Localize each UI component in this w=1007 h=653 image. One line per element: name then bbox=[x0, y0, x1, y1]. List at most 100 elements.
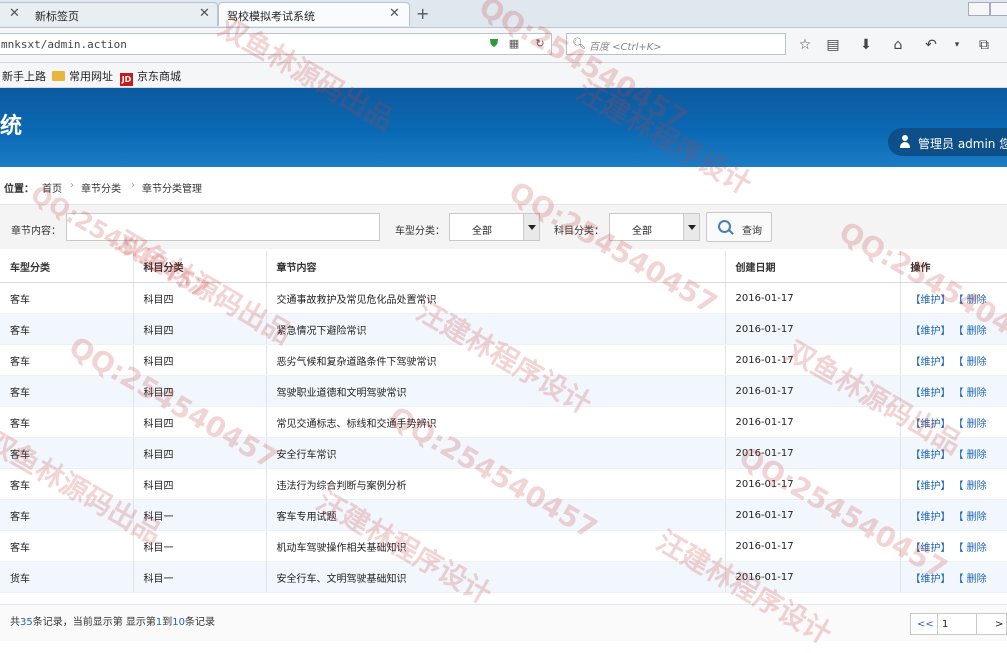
bookmark-new-user[interactable]: 新手上路 bbox=[2, 68, 46, 84]
undo-icon[interactable]: ↶ bbox=[922, 36, 940, 54]
car-type-cell: 货车 bbox=[0, 562, 133, 593]
user-icon bbox=[900, 135, 910, 148]
chapter-content-cell: 机动车驾驶操作相关基础知识 bbox=[266, 531, 725, 562]
minimize-icon[interactable] bbox=[968, 2, 990, 16]
record-summary: 共35条记录，当前显示第 显示第1到10条记录 bbox=[10, 613, 215, 628]
search-placeholder: 百度 <Ctrl+K> bbox=[589, 38, 662, 53]
created-date-cell: 2016-01-17 bbox=[725, 345, 900, 376]
chevron-down-icon bbox=[523, 214, 539, 240]
search-input[interactable]: 🔍︎ 百度 <Ctrl+K> bbox=[566, 33, 786, 55]
table-row: 客车科目四违法行为综合判断与案例分析2016-01-17【维护】【 删除 bbox=[0, 469, 1007, 500]
column-header-car-type[interactable]: 车型分类 bbox=[0, 251, 133, 283]
bookmark-common-sites[interactable]: 常用网址 bbox=[52, 68, 113, 84]
breadcrumb-chapter-category[interactable]: 章节分类 bbox=[81, 180, 121, 195]
column-header-date[interactable]: 创建日期 bbox=[725, 251, 900, 283]
breadcrumb: 位置： 首页 › 章节分类 › 章节分类管理 bbox=[0, 168, 1007, 205]
close-icon[interactable]: ✕ bbox=[199, 8, 210, 20]
qr-code-icon[interactable]: ▦ bbox=[507, 37, 521, 51]
delete-link[interactable]: 【 删除 bbox=[959, 295, 987, 306]
navigation-bar: mnksxt/admin.action ⛊ ▦ ↻ 🔍︎ 百度 <Ctrl+K>… bbox=[0, 28, 1007, 63]
app-title: 统 bbox=[0, 108, 22, 140]
edit-link[interactable]: 【维护】 bbox=[911, 388, 951, 399]
browser-tab-bar: ✕ 新标签页 ✕ 驾校模拟考试系统 ✕ + bbox=[0, 0, 1007, 28]
chapter-content-cell: 恶劣气候和复杂道路条件下驾驶常识 bbox=[266, 345, 725, 376]
chapter-table: 车型分类 科目分类 章节内容 创建日期 操作 客车科目四交通事故救护及常见危化品… bbox=[0, 251, 1007, 593]
delete-link[interactable]: 【 删除 bbox=[959, 512, 987, 523]
pager-next-button[interactable]: > bbox=[976, 613, 1007, 635]
car-type-select[interactable]: 全部 bbox=[449, 213, 540, 241]
column-header-subject[interactable]: 科目分类 bbox=[133, 251, 266, 283]
delete-link[interactable]: 【 删除 bbox=[959, 326, 987, 337]
car-type-cell: 客车 bbox=[0, 438, 133, 469]
chapter-content-input[interactable] bbox=[66, 213, 380, 241]
created-date-cell: 2016-01-17 bbox=[725, 376, 900, 407]
bookmark-label: 常用网址 bbox=[69, 70, 113, 83]
created-date-cell: 2016-01-17 bbox=[725, 314, 900, 345]
admin-user-badge[interactable]: 管理员 admin 您 bbox=[888, 128, 1007, 156]
bookmark-jd[interactable]: JD 京东商城 bbox=[120, 68, 181, 86]
tab-label: 驾校模拟考试系统 bbox=[227, 8, 315, 24]
tab-exam-system[interactable]: 驾校模拟考试系统 ✕ bbox=[218, 2, 410, 26]
car-type-cell: 客车 bbox=[0, 283, 133, 314]
chapter-content-cell: 违法行为综合判断与案例分析 bbox=[266, 469, 725, 500]
close-icon[interactable]: ✕ bbox=[9, 8, 20, 20]
delete-link[interactable]: 【 删除 bbox=[959, 450, 987, 461]
pager-page-value: 1 bbox=[942, 619, 948, 630]
delete-link[interactable]: 【 删除 bbox=[959, 388, 987, 399]
home-icon[interactable]: ⌂ bbox=[889, 36, 907, 54]
edit-link[interactable]: 【维护】 bbox=[911, 543, 951, 554]
address-bar[interactable]: mnksxt/admin.action ⛊ ▦ ↻ bbox=[0, 33, 552, 55]
actions-cell: 【维护】【 删除 bbox=[900, 500, 1007, 531]
close-icon[interactable]: ✕ bbox=[389, 8, 400, 20]
edit-link[interactable]: 【维护】 bbox=[911, 419, 951, 430]
created-date-cell: 2016-01-17 bbox=[725, 407, 900, 438]
star-icon[interactable]: ☆ bbox=[796, 36, 814, 54]
jd-logo-icon: JD bbox=[120, 73, 133, 86]
pager-page-input[interactable]: 1 bbox=[937, 613, 977, 635]
car-type-cell: 客车 bbox=[0, 345, 133, 376]
search-icon bbox=[718, 220, 731, 233]
actions-cell: 【维护】【 删除 bbox=[900, 531, 1007, 562]
subject-cell: 科目四 bbox=[133, 345, 266, 376]
breadcrumb-separator: › bbox=[131, 180, 135, 191]
breadcrumb-current: 章节分类管理 bbox=[142, 180, 202, 195]
breadcrumb-label: 位置： bbox=[4, 180, 34, 195]
breadcrumb-home[interactable]: 首页 bbox=[42, 180, 62, 195]
edit-link[interactable]: 【维护】 bbox=[911, 357, 951, 368]
chevron-down-icon[interactable]: ▾ bbox=[948, 36, 966, 54]
edit-link[interactable]: 【维护】 bbox=[911, 481, 951, 492]
pager-prev-button[interactable]: << bbox=[910, 613, 938, 635]
delete-link[interactable]: 【 删除 bbox=[959, 543, 987, 554]
crop-icon[interactable]: ⧉ bbox=[975, 36, 993, 54]
created-date-cell: 2016-01-17 bbox=[725, 562, 900, 593]
query-button[interactable]: 查询 bbox=[706, 212, 772, 242]
maximize-icon[interactable] bbox=[990, 2, 1007, 16]
edit-link[interactable]: 【维护】 bbox=[911, 450, 951, 461]
car-type-cell: 客车 bbox=[0, 469, 133, 500]
subject-select[interactable]: 全部 bbox=[609, 213, 700, 241]
delete-link[interactable]: 【 删除 bbox=[959, 481, 987, 492]
shield-icon[interactable]: ⛊ bbox=[487, 37, 501, 51]
table-row: 客车科目一机动车驾驶操作相关基础知识2016-01-17【维护】【 删除 bbox=[0, 531, 1007, 562]
reading-list-icon[interactable]: ▤ bbox=[824, 36, 842, 54]
created-date-cell: 2016-01-17 bbox=[725, 500, 900, 531]
edit-link[interactable]: 【维护】 bbox=[911, 326, 951, 337]
new-tab-plus-icon[interactable]: + bbox=[416, 4, 429, 23]
actions-cell: 【维护】【 删除 bbox=[900, 283, 1007, 314]
car-type-label: 车型分类： bbox=[395, 222, 445, 237]
delete-link[interactable]: 【 删除 bbox=[959, 574, 987, 585]
edit-link[interactable]: 【维护】 bbox=[911, 574, 951, 585]
edit-link[interactable]: 【维护】 bbox=[911, 512, 951, 523]
refresh-icon[interactable]: ↻ bbox=[533, 37, 547, 51]
actions-cell: 【维护】【 删除 bbox=[900, 376, 1007, 407]
edit-link[interactable]: 【维护】 bbox=[911, 295, 951, 306]
column-header-content[interactable]: 章节内容 bbox=[266, 251, 725, 283]
download-icon[interactable]: ⬇ bbox=[857, 36, 875, 54]
tab-new-tab[interactable]: ✕ 新标签页 ✕ bbox=[0, 2, 218, 26]
car-type-cell: 客车 bbox=[0, 500, 133, 531]
delete-link[interactable]: 【 删除 bbox=[959, 357, 987, 368]
bookmark-label: 京东商城 bbox=[137, 70, 181, 83]
delete-link[interactable]: 【 删除 bbox=[959, 419, 987, 430]
table-row: 客车科目四交通事故救护及常见危化品处置常识2016-01-17【维护】【 删除 bbox=[0, 283, 1007, 314]
table-header-row: 车型分类 科目分类 章节内容 创建日期 操作 bbox=[0, 251, 1007, 283]
